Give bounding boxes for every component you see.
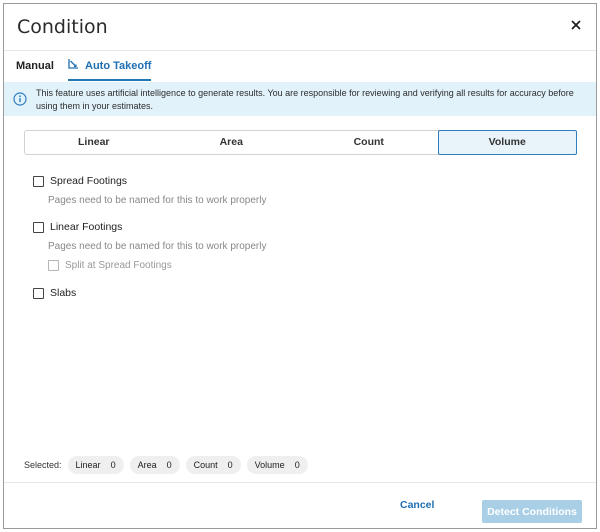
ai-notice-banner: This feature uses artificial intelligenc… — [4, 82, 596, 116]
close-icon[interactable] — [568, 17, 584, 33]
selected-chip-area: Area 0 — [129, 456, 180, 474]
chip-count: 0 — [166, 460, 172, 470]
chip-count: 0 — [294, 460, 300, 470]
selected-summary: Selected: Linear 0 Area 0 Count 0 Volume… — [24, 456, 308, 474]
spread-footings-label: Spread Footings — [50, 175, 128, 187]
option-slabs[interactable]: Slabs — [33, 287, 76, 299]
cancel-button[interactable]: Cancel — [400, 499, 434, 511]
takeoff-icon — [68, 51, 79, 81]
info-icon — [13, 92, 27, 106]
chip-count: 0 — [227, 460, 233, 470]
chip-count: 0 — [110, 460, 116, 470]
selected-chip-count: Count 0 — [185, 456, 241, 474]
takeoff-type-selector: Linear Area Count Volume — [24, 130, 577, 155]
split-at-spread-footings-checkbox[interactable] — [48, 260, 59, 271]
spread-footings-checkbox[interactable] — [33, 175, 44, 187]
chip-label: Linear — [75, 460, 101, 470]
segment-volume[interactable]: Volume — [437, 130, 577, 155]
segment-count[interactable]: Count — [300, 131, 438, 154]
detect-conditions-button[interactable]: Detect Conditions — [482, 500, 582, 523]
tab-auto-takeoff[interactable]: Auto Takeoff — [68, 51, 152, 81]
option-linear-footings[interactable]: Linear Footings — [33, 221, 122, 233]
tab-manual-label: Manual — [16, 60, 54, 72]
tab-manual[interactable]: Manual — [16, 51, 54, 81]
condition-dialog: Condition Manual Auto Takeoff This featu… — [3, 3, 597, 529]
chip-label: Count — [193, 460, 218, 470]
linear-footings-checkbox[interactable] — [33, 221, 44, 233]
slabs-label: Slabs — [50, 287, 77, 299]
chip-label: Area — [137, 460, 157, 470]
segment-linear[interactable]: Linear — [25, 131, 163, 154]
selected-chip-linear: Linear 0 — [67, 456, 124, 474]
tab-auto-takeoff-label: Auto Takeoff — [85, 60, 152, 72]
chip-label: Volume — [254, 460, 285, 470]
dialog-title: Condition — [17, 16, 108, 38]
spread-footings-hint: Pages need to be named for this to work … — [48, 195, 267, 206]
tab-bar: Manual Auto Takeoff — [4, 50, 596, 81]
slabs-checkbox[interactable] — [33, 287, 44, 299]
selected-label: Selected: — [24, 460, 62, 470]
dialog-header: Condition — [4, 4, 596, 50]
split-at-spread-footings-label: Split at Spread Footings — [65, 260, 172, 271]
linear-footings-hint: Pages need to be named for this to work … — [48, 241, 267, 252]
selected-chip-volume: Volume 0 — [246, 456, 308, 474]
dialog-footer: Cancel Detect Conditions — [4, 482, 596, 530]
notice-text: This feature uses artificial intelligenc… — [36, 88, 574, 111]
option-spread-footings[interactable]: Spread Footings — [33, 175, 127, 187]
segment-area[interactable]: Area — [163, 131, 301, 154]
option-split-at-spread-footings[interactable]: Split at Spread Footings — [48, 260, 172, 271]
linear-footings-label: Linear Footings — [50, 221, 123, 233]
